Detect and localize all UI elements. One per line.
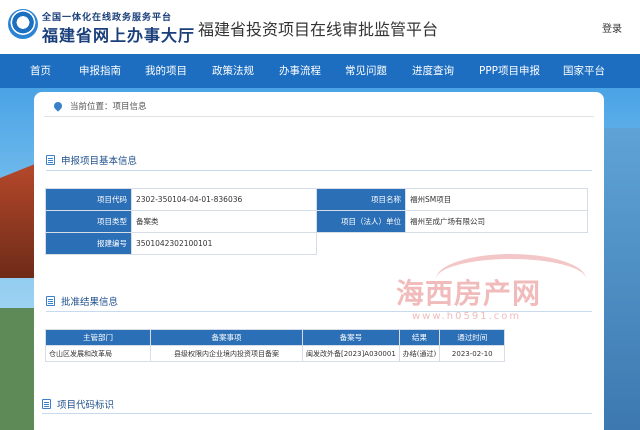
nav-item-home[interactable]: 首页: [30, 54, 51, 88]
column-header-pass-time: 通过时间: [439, 329, 506, 346]
approval-section-title: 批准结果信息: [46, 294, 118, 308]
section-divider: [46, 170, 592, 171]
table-header-row: 主管部门 备案事项 备案号 结果 通过时间: [45, 329, 506, 346]
table-row: 报建编号 3501042302100101: [45, 232, 588, 255]
content-panel: 当前位置：项目信息 申报项目基本信息 项目代码 2302-350104-04-0…: [34, 92, 604, 430]
location-pin-icon: [52, 100, 64, 112]
nav-item-my-projects[interactable]: 我的项目: [145, 54, 187, 88]
watermark-arc: [436, 254, 586, 304]
breadcrumb: 当前位置：项目信息: [52, 100, 147, 112]
nav-item-ppp-declare[interactable]: PPP项目申报: [479, 54, 540, 88]
filing-number-cell: 闽发改外备[2023]A030001: [302, 345, 400, 362]
section-divider: [42, 413, 592, 414]
table-row: 项目代码 2302-350104-04-01-836036 项目名称 福州SM项…: [45, 188, 588, 211]
project-entity-value: 福州至成广场有限公司: [405, 210, 588, 233]
project-code-section-title: 项目代码标识: [42, 397, 114, 411]
project-type-value: 备案类: [131, 210, 317, 233]
filing-item-cell: 县级权限内企业境内投资项目备案: [150, 345, 303, 362]
site-header: 全国一体化在线政务服务平台 福建省网上办事大厅 福建省投资项目在线审批监管平台 …: [0, 0, 640, 54]
project-entity-label: 项目（法人）单位: [316, 210, 406, 233]
nav-item-guide[interactable]: 申报指南: [79, 54, 121, 88]
construction-number-value: 3501042302100101: [131, 232, 317, 255]
divider: [44, 116, 594, 117]
nav-item-faq[interactable]: 常见问题: [345, 54, 387, 88]
department-cell: 仓山区发展和改革局: [45, 345, 151, 362]
construction-number-label: 报建编号: [45, 232, 132, 255]
column-header-department: 主管部门: [45, 329, 151, 346]
watermark-text: 海西房产网: [396, 277, 542, 310]
document-icon: [46, 296, 55, 306]
column-header-filing-item: 备案事项: [150, 329, 303, 346]
project-code-value: 2302-350104-04-01-836036: [131, 188, 317, 211]
nav-item-policies[interactable]: 政策法规: [212, 54, 254, 88]
basic-info-section-title: 申报项目基本信息: [46, 153, 137, 167]
project-code-title-text: 项目代码标识: [57, 400, 115, 411]
document-icon: [42, 399, 51, 409]
pass-time-cell: 2023-02-10: [439, 345, 506, 362]
site-title: 福建省投资项目在线审批监管平台: [198, 20, 439, 39]
table-row: 仓山区发展和改革局 县级权限内企业境内投资项目备案 闽发改外备[2023]A03…: [45, 345, 506, 362]
nav-item-national-platform[interactable]: 国家平台: [563, 54, 605, 88]
breadcrumb-prefix: 当前位置：: [70, 102, 113, 112]
login-link[interactable]: 登录: [602, 20, 622, 35]
column-header-result: 结果: [398, 329, 441, 346]
main-navigation: 首页 申报指南 我的项目 政策法规 办事流程 常见问题 进度查询 PPP项目申报…: [0, 54, 640, 88]
project-name-value: 福州SM项目: [405, 188, 588, 211]
logo-title[interactable]: 福建省网上办事大厅: [42, 22, 195, 46]
government-logo-icon[interactable]: [8, 9, 38, 39]
approval-title-text: 批准结果信息: [61, 297, 119, 308]
table-row: 项目类型 备案类 项目（法人）单位 福州至成广场有限公司: [45, 210, 588, 233]
document-icon: [46, 155, 55, 165]
project-code-label: 项目代码: [45, 188, 132, 211]
nav-item-progress-query[interactable]: 进度查询: [412, 54, 454, 88]
nav-item-process[interactable]: 办事流程: [279, 54, 321, 88]
result-cell: 办结(通过): [398, 345, 441, 362]
section-divider: [46, 311, 592, 312]
breadcrumb-current: 项目信息: [112, 102, 147, 112]
basic-info-title-text: 申报项目基本信息: [61, 156, 138, 167]
approval-result-table: 主管部门 备案事项 备案号 结果 通过时间 仓山区发展和改革局 县级权限内企业境…: [45, 329, 506, 362]
project-name-label: 项目名称: [316, 188, 406, 211]
project-type-label: 项目类型: [45, 210, 132, 233]
watermark-url: www.h0591.com: [412, 311, 522, 322]
column-header-filing-number: 备案号: [302, 329, 400, 346]
basic-info-table: 项目代码 2302-350104-04-01-836036 项目名称 福州SM项…: [45, 188, 588, 255]
